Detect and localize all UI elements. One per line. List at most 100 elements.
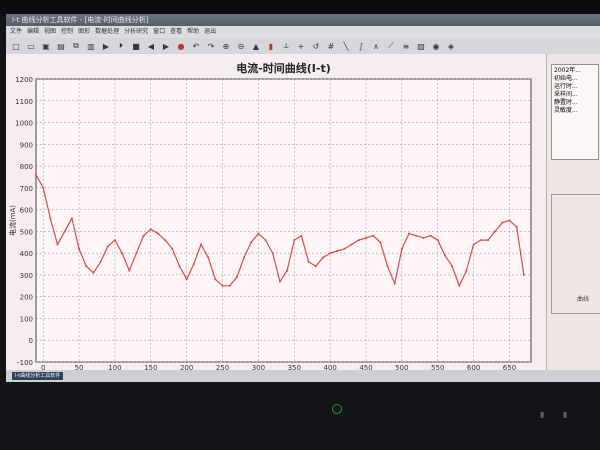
data-point [149, 228, 152, 231]
info-line: 静置时... [554, 99, 578, 106]
chart-title: 电流-时间曲线(I-t) [236, 61, 331, 75]
data-point [343, 247, 346, 250]
y-tick-label: 100 [20, 315, 33, 323]
y-tick-label: 600 [20, 207, 33, 215]
calc-icon[interactable]: ≡ [400, 40, 412, 52]
play-icon[interactable]: ▶ [100, 40, 112, 52]
y-tick-label: -100 [17, 359, 33, 367]
data-point [228, 284, 231, 287]
data-point [156, 232, 159, 235]
data-point [92, 271, 95, 274]
palette-icon[interactable]: ◈ [445, 40, 457, 52]
zoom-in-icon[interactable]: ⊕ [220, 40, 232, 52]
y-tick-label: 1200 [15, 76, 33, 84]
menu-item[interactable]: 查看 [170, 26, 182, 38]
taskbar-app-button[interactable]: I-t曲线分析工具软件 [12, 372, 64, 380]
data-point [329, 252, 332, 255]
y-tick-label: 300 [20, 272, 33, 280]
reset-icon[interactable]: ↺ [310, 40, 322, 52]
info-line: 运行时... [554, 83, 578, 90]
data-point [522, 273, 525, 276]
cursor-icon[interactable]: ⟂ [280, 40, 292, 52]
data-point [171, 247, 174, 250]
menu-item[interactable]: 帮助 [187, 26, 199, 38]
experiment-info-box: 2002年... 初始电... 运行时... 采样间... 静置时... 灵敏度... [551, 64, 599, 160]
data-point [121, 252, 124, 255]
power-icon[interactable] [332, 404, 342, 414]
y-tick-label: 1000 [15, 120, 33, 128]
crosshair-icon[interactable]: + [295, 40, 307, 52]
data-point [49, 217, 52, 220]
redo-icon[interactable]: ↷ [205, 40, 217, 52]
data-point [458, 284, 461, 287]
menu-item[interactable]: 视图 [44, 26, 56, 38]
info-line: 采样间... [554, 91, 578, 98]
export-icon[interactable]: ▧ [415, 40, 427, 52]
data-point [264, 239, 267, 242]
data-point [271, 252, 274, 255]
chart-icon[interactable]: ◉ [430, 40, 442, 52]
record-icon[interactable]: ● [175, 40, 187, 52]
secondary-plot-box [551, 194, 600, 314]
menu-item[interactable]: 控制 [61, 26, 73, 38]
monitor-screen: I-t 曲线分析工具软件 - [电流-时间曲线分析] 文件 编辑 视图 控制 图形 数据处… [6, 14, 600, 382]
taskbar: I-t曲线分析工具软件 [6, 370, 600, 382]
data-point [128, 269, 131, 272]
menu-item[interactable]: 退出 [204, 26, 216, 38]
undo-icon[interactable]: ↶ [190, 40, 202, 52]
y-tick-label: 800 [20, 163, 33, 171]
data-point [422, 236, 425, 239]
tangent-icon[interactable]: ⟋ [385, 40, 397, 52]
data-point [78, 247, 81, 250]
data-point [185, 278, 188, 281]
menu-item[interactable]: 窗口 [153, 26, 165, 38]
info-line: 初始电... [554, 75, 578, 82]
data-point [278, 280, 281, 283]
print-icon[interactable]: ▤ [55, 40, 67, 52]
line-icon[interactable]: ╲ [340, 40, 352, 52]
panel-label: 曲线 [577, 296, 590, 303]
menu-item[interactable]: 图形 [78, 26, 90, 38]
paste-icon[interactable]: ▥ [85, 40, 97, 52]
y-tick-label: 700 [20, 185, 33, 193]
data-point [415, 234, 418, 237]
y-tick-label: 200 [20, 294, 33, 302]
data-point [515, 226, 518, 229]
data-point [314, 265, 317, 268]
new-icon[interactable]: □ [10, 40, 22, 52]
data-point [451, 265, 454, 268]
copy-icon[interactable]: ⧉ [70, 40, 82, 52]
grid-icon[interactable]: # [325, 40, 337, 52]
step-icon[interactable]: ⏵ [115, 40, 127, 52]
next-icon[interactable]: ▶ [160, 40, 172, 52]
data-point [350, 243, 353, 246]
data-point [393, 282, 396, 285]
data-point [379, 241, 382, 244]
menu-item[interactable]: 文件 [10, 26, 22, 38]
data-point [35, 173, 37, 176]
menu-item[interactable]: 数据处理 [95, 26, 119, 38]
integral-icon[interactable]: ∫ [355, 40, 367, 52]
y-tick-label: 400 [20, 250, 33, 258]
data-point [178, 265, 181, 268]
toolbar: □ ▭ ▣ ▤ ⧉ ▥ ▶ ⏵ ■ ◀ ▶ ● ↶ ↷ ⊕ ⊖ ▲ ▮ ⟂ + ↺ # ╲ ∫ ∧ ⟋ ≡ ▧ ◉ ◈ [6, 38, 600, 54]
bar-icon[interactable]: ▮ [265, 40, 277, 52]
menu-item[interactable]: 编辑 [27, 26, 39, 38]
data-point [300, 234, 303, 237]
current-time-chart[interactable]: -100 0 100 200 300 400 500 600 700 800 900 1000 1100… [6, 54, 546, 382]
stop-icon[interactable]: ■ [130, 40, 142, 52]
data-point [336, 249, 339, 252]
data-point [307, 260, 310, 263]
data-point [70, 217, 73, 220]
prev-icon[interactable]: ◀ [145, 40, 157, 52]
data-point [214, 278, 217, 281]
menu-item[interactable]: 分析研究 [124, 26, 148, 38]
open-icon[interactable]: ▭ [25, 40, 37, 52]
data-point [164, 239, 167, 242]
scale-icon[interactable]: ∧ [370, 40, 382, 52]
zoom-out-icon[interactable]: ⊖ [235, 40, 247, 52]
data-point [443, 254, 446, 257]
save-icon[interactable]: ▣ [40, 40, 52, 52]
marker-icon[interactable]: ▲ [250, 40, 262, 52]
data-point [56, 243, 59, 246]
